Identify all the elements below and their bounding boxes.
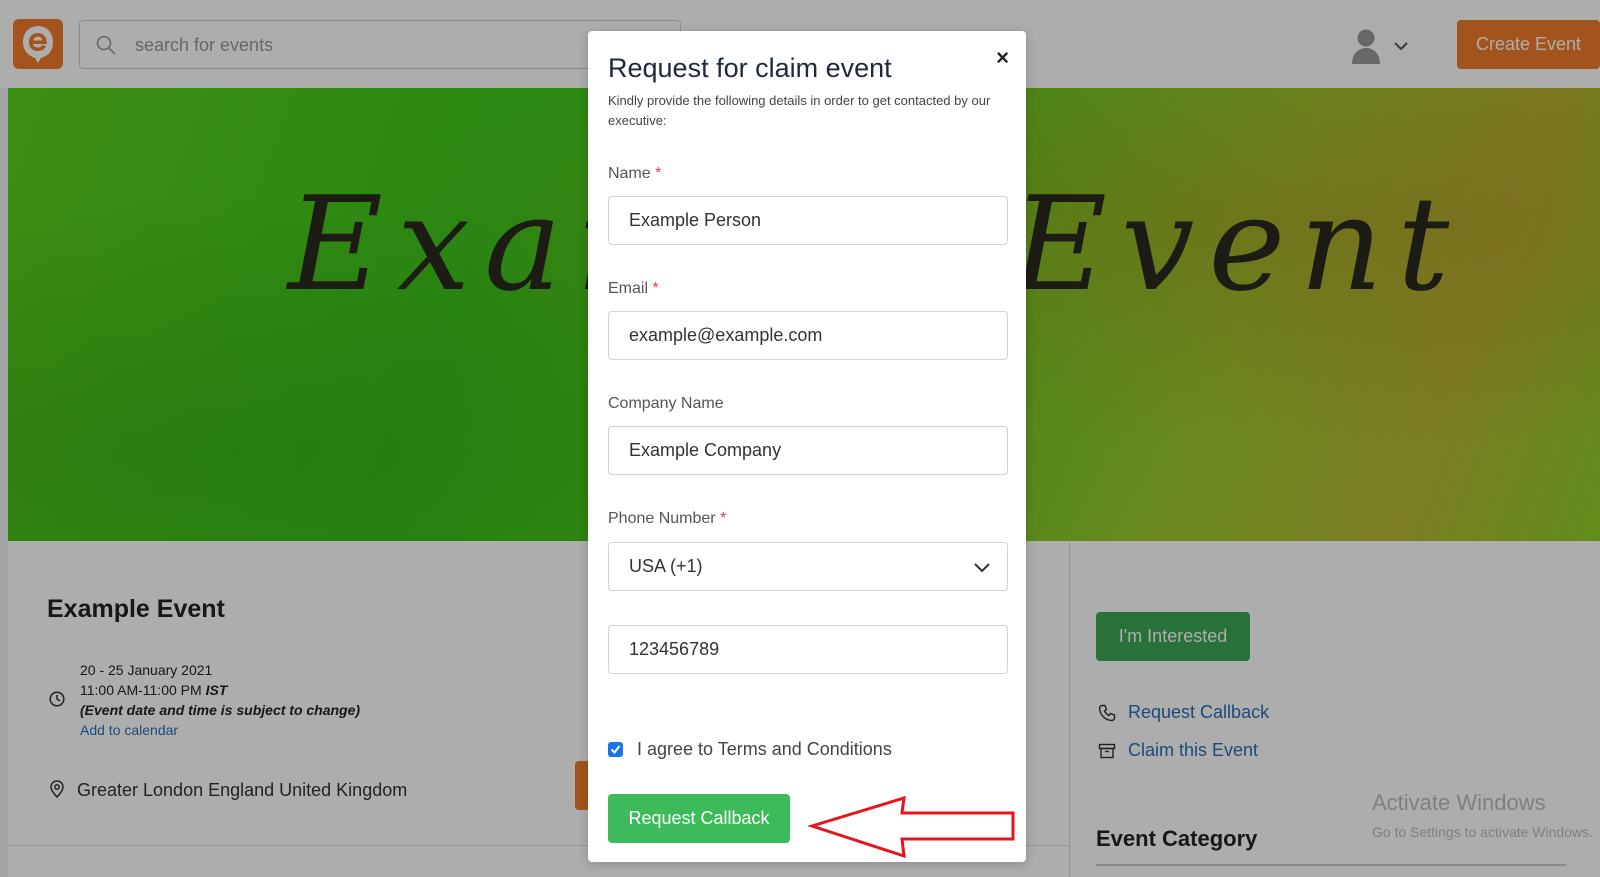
name-label: Name *: [608, 165, 661, 183]
phone-value: 123456789: [629, 639, 720, 659]
email-label-text: Email: [608, 280, 649, 297]
annotation-arrow-icon: [808, 796, 1015, 859]
name-value: Example Person: [629, 210, 762, 230]
required-marker: *: [655, 165, 662, 182]
phone-field[interactable]: 123456789: [608, 625, 1008, 674]
phone-label-text: Phone Number: [608, 510, 716, 527]
name-field[interactable]: Example Person: [608, 196, 1008, 245]
terms-label: I agree to Terms and Conditions: [637, 739, 892, 759]
claim-event-modal: × Request for claim event Kindly provide…: [588, 31, 1026, 862]
country-code-value: USA (+1): [629, 556, 703, 576]
required-marker: *: [720, 510, 727, 527]
chevron-down-icon: [974, 563, 990, 573]
modal-subtitle: Kindly provide the following details in …: [608, 93, 991, 128]
name-label-text: Name: [608, 165, 651, 182]
company-label: Company Name: [608, 395, 724, 413]
terms-agreement: I agree to Terms and Conditions: [608, 739, 892, 760]
terms-checkbox[interactable]: [608, 742, 623, 757]
checkmark-icon: [610, 745, 621, 755]
email-label: Email *: [608, 280, 659, 298]
company-field[interactable]: Example Company: [608, 426, 1008, 475]
email-field[interactable]: example@example.com: [608, 311, 1008, 360]
request-callback-button[interactable]: Request Callback: [608, 794, 790, 843]
email-value: example@example.com: [629, 325, 823, 345]
company-label-text: Company Name: [608, 395, 724, 412]
company-value: Example Company: [629, 440, 782, 460]
close-icon[interactable]: ×: [996, 45, 1009, 71]
required-marker: *: [652, 280, 659, 297]
modal-title: Request for claim event: [608, 53, 892, 83]
country-code-select[interactable]: USA (+1): [608, 542, 1008, 591]
phone-label: Phone Number *: [608, 510, 726, 528]
